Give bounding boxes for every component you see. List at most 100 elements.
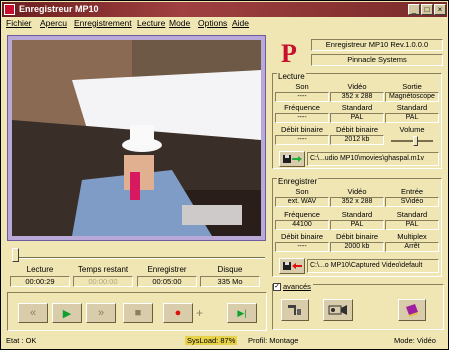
stat-disque-value: 335 Mo [200,276,260,287]
lecture-video-header: Vidéo [347,82,367,91]
enreg-video-value: 352 x 288 [330,197,384,207]
time-stats: Lecture 00:00:29 Temps restant 00:00:00 … [7,265,267,289]
open-file-button[interactable] [279,151,305,167]
stat-enregistrer: Enregistrer 00:05:00 [137,265,197,287]
enreg-entree-header: Entrée [400,187,424,196]
lecture-standard-label: Standard [341,103,373,112]
close-button[interactable]: × [434,4,446,15]
lecture-standard-value: PAL [330,113,384,123]
video-preview-frame [7,35,266,241]
menu-fichier[interactable]: Fichier [6,18,32,28]
lecture-debit-video-value: 2012 kb [330,135,384,145]
enregistrer-group-title: Enregistrer [277,177,319,186]
enreg-multiplex-value: Arrêt [385,242,439,252]
lecture-standard-out-value: PAL [385,113,439,123]
book-icon [406,304,418,317]
add-icon[interactable]: + [196,306,203,320]
position-slider[interactable] [7,248,265,262]
status-profile: Profil: Montage [248,336,299,345]
enreg-debit-son-value: ---- [275,242,329,252]
slider-track-line [15,257,265,259]
floppy-arrow-right-icon [283,155,302,163]
window-title: Enregistreur MP10 [19,4,99,14]
enreg-frequence-label: Fréquence [284,210,320,219]
lecture-sortie-header: Sortie [402,82,422,91]
status-mode: Mode: Vidéo [394,336,436,345]
menu-mode[interactable]: Mode [169,18,190,28]
enregistrer-file-path[interactable]: C:\...o MP10\Captured Video\default [307,259,439,273]
lecture-group: Lecture Son Vidéo Sortie ---- 352 x 288 … [272,72,442,169]
vendor-name: Pinnacle Systems [311,54,443,66]
stat-lecture-label: Lecture [26,265,54,274]
stat-disque-label: Disque [217,265,243,274]
lecture-son-value: ---- [275,92,329,102]
menu-lecture[interactable]: Lecture [137,18,165,28]
transport-bar: « ▶ » ■ ● + ▶| [7,292,267,331]
stat-enregistrer-label: Enregistrer [147,265,187,274]
main-window: Enregistreur MP10 _ □ × Fichier Apercu E… [0,0,449,350]
app-icon [4,4,15,15]
menu-apercu[interactable]: Apercu [40,18,67,28]
stat-temps-label: Temps restant [77,265,129,274]
stat-lecture: Lecture 00:00:29 [10,265,70,287]
tools-icon [288,305,301,315]
advanced-label[interactable]: avancés [283,282,311,291]
lecture-frequence-label: Fréquence [284,103,320,112]
video-preview[interactable] [12,40,261,236]
advanced-checkbox[interactable]: ✓ avancés [273,282,313,291]
lecture-file-path[interactable]: C:\...udio MP10\movies\ghaspal.m1v [307,152,439,166]
volume-thumb[interactable] [413,136,418,146]
enreg-debit-son-label: Débit binaire [280,232,324,241]
lecture-son-header: Son [295,82,309,91]
rewind-button[interactable]: « [18,303,48,323]
stop-button[interactable]: ■ [123,303,153,323]
lecture-group-title: Lecture [277,72,306,81]
enregistrer-group: Enregistrer Son Vidéo Entrée ext. WAV 35… [272,177,442,277]
save-file-button[interactable] [279,258,305,274]
menu-bar: Fichier Apercu Enregistrement Lecture Mo… [2,17,447,30]
product-version: Enregistreur MP10 Rev.1.0.0.0 [311,39,443,51]
lecture-debit-son-label: Débit binaire [280,125,324,134]
camera-button[interactable] [323,299,353,321]
play-button[interactable]: ▶ [52,303,82,323]
help-book-button[interactable] [398,299,426,321]
lecture-frequence-value: ---- [275,113,329,123]
menu-enregistrement[interactable]: Enregistrement [74,18,132,28]
stat-disque: Disque 335 Mo [200,265,260,287]
lecture-debit-son-value: ---- [275,135,329,145]
status-state: Etat : OK [6,336,37,345]
enreg-standard-label: Standard [341,210,373,219]
volume-track [391,140,433,142]
advanced-panel: ✓ avancés [272,282,444,330]
minimize-button[interactable]: _ [408,4,420,15]
stat-lecture-value: 00:00:29 [10,276,70,287]
tools-button[interactable] [281,299,309,321]
menu-options[interactable]: Options [198,18,227,28]
enreg-entree-value: SVidéo [385,197,439,207]
next-segment-button[interactable]: ▶| [227,303,257,323]
volume-slider[interactable] [391,136,433,146]
lecture-video-value: 352 x 288 [330,92,384,102]
enreg-standard-value: PAL [330,220,384,230]
enreg-debit-video-label: Débit binaire [335,232,379,241]
menu-aide[interactable]: Aide [232,18,249,28]
title-bar[interactable]: Enregistreur MP10 _ □ × [2,2,447,17]
lecture-path-row: C:\...udio MP10\movies\ghaspal.m1v [279,151,439,167]
slider-thumb[interactable] [12,248,19,262]
enreg-multiplex-label: Multiplex [397,232,427,241]
stat-temps-value: 00:00:00 [73,276,133,287]
fast-forward-button[interactable]: » [86,303,116,323]
enreg-debit-video-value: 2000 kb [330,242,384,252]
maximize-button[interactable]: □ [421,4,433,15]
check-icon[interactable]: ✓ [273,282,281,291]
volume-label: Volume [399,125,425,134]
floppy-arrow-left-icon [283,262,302,270]
stat-enregistrer-value: 00:05:00 [137,276,197,287]
enreg-son-value: ext. WAV [275,197,329,207]
lecture-sortie-value: Magnétoscope [385,92,439,102]
enreg-standard-in-value: PAL [385,220,439,230]
enreg-standard-in-label: Standard [396,210,428,219]
enreg-frequence-value: 44100 [275,220,329,230]
stat-temps-restant: Temps restant 00:00:00 [73,265,133,287]
record-button[interactable]: ● [163,303,193,323]
